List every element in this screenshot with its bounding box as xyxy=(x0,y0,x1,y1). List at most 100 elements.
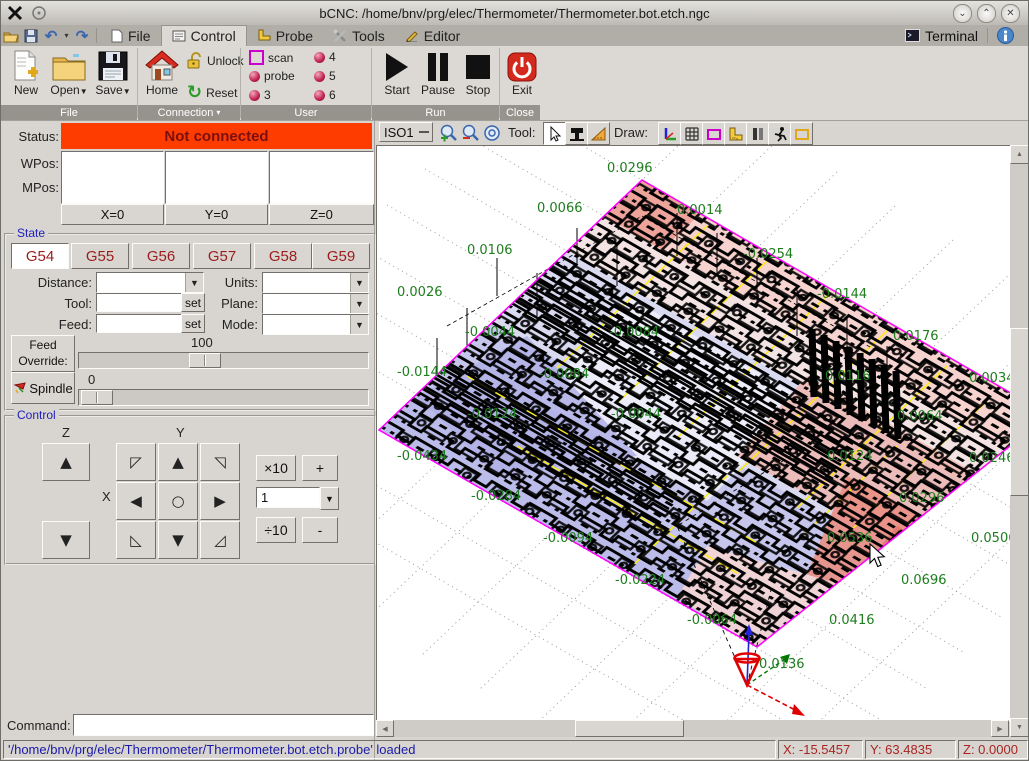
hscrollbar-thumb[interactable] xyxy=(575,720,684,737)
wcs-g55-button[interactable]: G55 xyxy=(71,243,129,269)
step-plus-button[interactable]: + xyxy=(302,455,338,481)
draw-probe-button[interactable] xyxy=(768,122,791,145)
shade-button[interactable]: ⌄ xyxy=(953,4,972,23)
scroll-down-arrow[interactable]: ▼ xyxy=(1010,718,1029,737)
jog-xy-ne-button[interactable]: ◹ xyxy=(200,443,240,481)
step-combobox-arrow[interactable]: ▼ xyxy=(320,487,339,510)
chevron-down-icon[interactable]: ▼ xyxy=(185,273,203,292)
feed-override-button[interactable]: Feed Override: xyxy=(11,335,75,372)
wcs-g56-button[interactable]: G56 xyxy=(132,243,190,269)
reset-button[interactable]: ↻ Reset xyxy=(187,82,237,103)
save-toolbutton[interactable] xyxy=(21,25,41,46)
gcode-canvas[interactable]: 0.02960.0014-0.0254-0.01440.01760.00340.… xyxy=(376,145,1011,722)
wcs-g59-button[interactable]: G59 xyxy=(312,243,370,269)
draw-workarea-button[interactable] xyxy=(746,122,769,145)
draw-ruler-button[interactable] xyxy=(724,122,747,145)
wcs-g58-button[interactable]: G58 xyxy=(254,243,312,269)
unlock-button[interactable]: Unlock xyxy=(187,52,244,69)
draw-grid-button[interactable] xyxy=(680,122,703,145)
user-button-probe[interactable]: probe xyxy=(249,69,295,83)
scroll-up-arrow[interactable]: ▲ xyxy=(1010,145,1029,164)
tab-editor[interactable]: Editor xyxy=(395,25,471,46)
chevron-down-icon[interactable]: ▼ xyxy=(350,273,368,292)
spindle-slider[interactable] xyxy=(78,389,369,406)
draw-margin-button[interactable] xyxy=(702,122,725,145)
scroll-right-arrow[interactable]: ▶ xyxy=(991,720,1009,737)
wcs-g57-button[interactable]: G57 xyxy=(193,243,251,269)
home-button[interactable]: Home xyxy=(143,50,181,97)
tab-control[interactable]: Control xyxy=(161,25,247,46)
canvas-hscrollbar[interactable]: ◀ ▶ xyxy=(376,720,1009,737)
jog-y-up-button[interactable]: ▲ xyxy=(158,443,198,481)
open-toolbutton[interactable] xyxy=(1,25,21,46)
close-button[interactable]: ✕ xyxy=(1001,4,1020,23)
vscrollbar-thumb[interactable] xyxy=(1010,328,1029,496)
user-button-5[interactable]: 5 xyxy=(314,69,336,83)
redo-button[interactable]: ↷ xyxy=(72,25,92,46)
user-button-3[interactable]: 3 xyxy=(249,88,271,102)
menu-terminal[interactable]: Terminal xyxy=(905,25,978,46)
user-button-4[interactable]: 4 xyxy=(314,50,336,64)
tool-select-button[interactable] xyxy=(543,122,566,145)
feed-input[interactable] xyxy=(96,314,182,333)
zero-x-button[interactable]: X=0 xyxy=(61,204,164,225)
wcs-g54-button[interactable]: G54 xyxy=(11,243,69,269)
pause-button[interactable]: Pause xyxy=(417,52,459,97)
distance-combobox[interactable]: ▼ xyxy=(96,272,204,293)
start-button[interactable]: Start xyxy=(379,52,415,97)
tool-input[interactable] xyxy=(96,293,182,312)
stop-button[interactable]: Stop xyxy=(461,52,495,97)
units-combobox[interactable]: ▼ xyxy=(262,272,369,293)
spindle-slider-handle[interactable] xyxy=(81,390,113,405)
chevron-down-icon[interactable]: ▼ xyxy=(350,294,368,313)
spindle-button[interactable]: Spindle xyxy=(11,372,75,404)
step-div10-button[interactable]: ÷10 xyxy=(256,517,296,543)
panel-divider[interactable] xyxy=(374,120,375,761)
zoom-fit-button[interactable] xyxy=(481,122,502,143)
feed-override-slider[interactable] xyxy=(78,352,369,369)
jog-xy-se-button[interactable]: ◿ xyxy=(200,521,240,559)
jog-z-up-button[interactable]: ▲ xyxy=(42,443,90,481)
tab-probe[interactable]: Probe xyxy=(247,25,323,46)
save-button[interactable]: Save▼ xyxy=(93,50,133,97)
undo-button[interactable]: ↶ xyxy=(41,25,61,46)
jog-z-down-button[interactable]: ▼ xyxy=(42,521,90,559)
zero-y-button[interactable]: Y=0 xyxy=(165,204,268,225)
user-button-6[interactable]: 6 xyxy=(314,88,336,102)
draw-axes-button[interactable] xyxy=(658,122,681,145)
feed-override-slider-handle[interactable] xyxy=(189,353,221,368)
exit-button[interactable]: Exit xyxy=(505,52,539,97)
jog-x-plus-button[interactable]: ▶ xyxy=(200,482,240,520)
feed-set-button[interactable]: set xyxy=(181,314,205,333)
new-button[interactable]: New xyxy=(9,50,43,97)
step-mul10-button[interactable]: ×10 xyxy=(256,455,296,481)
undo-dropdown[interactable]: ▾ xyxy=(61,25,72,46)
zoom-in-button[interactable] xyxy=(437,122,458,143)
tab-tools[interactable]: Tools xyxy=(323,25,395,46)
tool-set-button[interactable]: set xyxy=(181,293,205,312)
canvas-vscrollbar[interactable]: ▲ ▼ xyxy=(1010,145,1029,737)
zero-z-button[interactable]: Z=0 xyxy=(269,204,374,225)
open-button[interactable]: Open▼ xyxy=(47,50,91,97)
jog-home-button[interactable]: ○ xyxy=(158,482,198,520)
jog-xy-sw-button[interactable]: ◺ xyxy=(116,521,156,559)
maximize-button[interactable]: ⌃ xyxy=(977,4,996,23)
zoom-out-button[interactable] xyxy=(459,122,480,143)
step-combobox[interactable]: 1 xyxy=(256,487,320,508)
user-button-scan[interactable]: scan xyxy=(249,50,293,65)
command-input[interactable] xyxy=(73,714,374,736)
mode-combobox[interactable]: ▼ xyxy=(262,314,369,335)
jog-x-minus-button[interactable]: ◀ xyxy=(116,482,156,520)
info-icon[interactable] xyxy=(997,27,1014,44)
draw-camera-button[interactable] xyxy=(790,122,813,145)
plane-combobox[interactable]: ▼ xyxy=(262,293,369,314)
jog-xy-nw-button[interactable]: ◸ xyxy=(116,443,156,481)
jog-y-down-button[interactable]: ▼ xyxy=(158,521,198,559)
chevron-down-icon[interactable]: ▼ xyxy=(350,315,368,334)
tool-ruler-button[interactable] xyxy=(587,122,610,145)
tool-gantry-button[interactable] xyxy=(565,122,588,145)
step-minus-button[interactable]: - xyxy=(302,517,338,543)
scroll-left-arrow[interactable]: ◀ xyxy=(376,720,394,737)
view-combobox[interactable]: ISO1 xyxy=(379,122,433,142)
tab-file[interactable]: File xyxy=(101,25,161,46)
